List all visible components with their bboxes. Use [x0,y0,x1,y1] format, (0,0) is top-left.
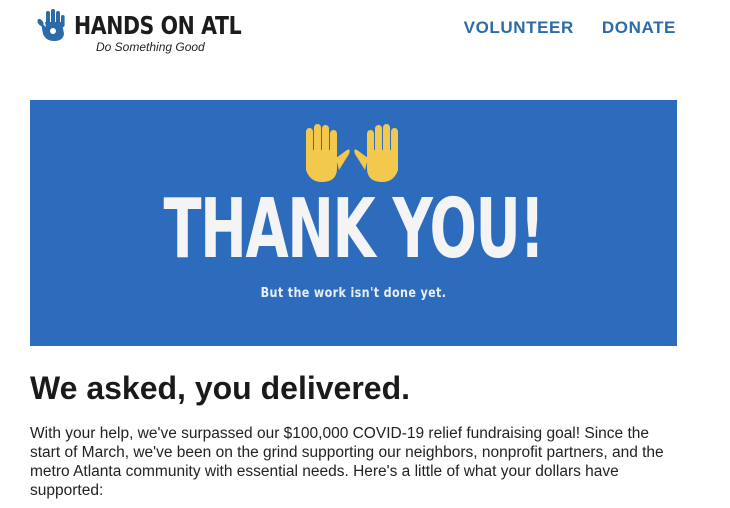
nav-donate-link[interactable]: DONATE [602,18,676,38]
logo-name: HANDS ON ATL [74,11,242,40]
banner-subtitle: But the work isn't done yet. [260,286,447,301]
raised-hands-icon [306,124,398,182]
nav-volunteer-link[interactable]: VOLUNTEER [464,18,574,38]
page-headline: We asked, you delivered. [30,370,411,406]
body-paragraph: With your help, we've surpassed our $100… [30,425,664,499]
hand-logo-icon [36,8,70,44]
thank-you-banner: THANK YOU! But the work isn't done yet. [30,100,677,346]
site-logo[interactable]: HANDS ON ATL Do Something Good [36,8,278,54]
logo-tagline: Do Something Good [96,40,205,54]
main-nav: VOLUNTEER DONATE [464,18,676,38]
logo-text: HANDS ON ATL Do Something Good [74,8,278,55]
banner-title: THANK YOU! [163,182,544,277]
site-header: HANDS ON ATL Do Something Good VOLUNTEER… [0,0,730,80]
